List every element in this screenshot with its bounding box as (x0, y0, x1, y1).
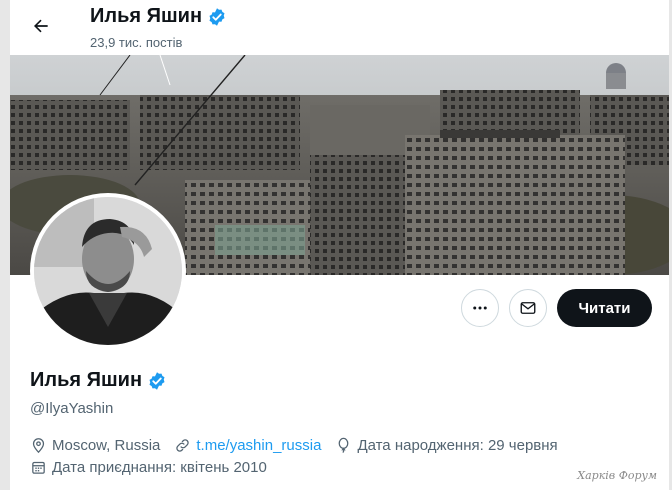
link-icon (176, 439, 190, 452)
profile-handle: @IlyaYashin (30, 400, 114, 417)
header-title: Илья Яшин (90, 5, 227, 28)
profile-name: Илья Яшин (30, 369, 167, 392)
verified-badge-icon (209, 7, 225, 26)
profile-header: Илья Яшин 23,9 тис. постів (10, 0, 669, 55)
calendar-icon (32, 461, 45, 474)
joined-text: Дата приєднання: квітень 2010 (52, 459, 267, 476)
header-name: Илья Яшин (90, 5, 203, 27)
profile-joined-row: Дата приєднання: квітень 2010 (30, 459, 281, 476)
more-dots-icon (473, 306, 487, 310)
follow-button[interactable]: Читати (557, 289, 652, 327)
envelope-icon (520, 302, 536, 314)
arrow-left-icon (34, 19, 48, 33)
avatar[interactable] (30, 193, 186, 349)
birthday-text: Дата народження: 29 червня (357, 437, 558, 454)
location-text: Moscow, Russia (52, 437, 161, 454)
birthday-item: Дата народження: 29 червня (335, 437, 558, 454)
profile-meta-row: Moscow, Russia t.me/yashin_russia Дата н… (30, 437, 572, 454)
profile-name-text: Илья Яшин (30, 369, 143, 391)
message-button[interactable] (509, 289, 547, 327)
balloon-icon (339, 437, 349, 453)
back-button[interactable] (24, 12, 58, 40)
avatar-photo (34, 197, 182, 345)
location-pin-icon (32, 438, 45, 454)
verified-badge-icon[interactable] (147, 371, 167, 391)
website-link[interactable]: t.me/yashin_russia (196, 437, 321, 454)
profile-page: Илья Яшин 23,9 тис. постів Читати Илья Я… (10, 0, 669, 490)
watermark: Харків Форум (577, 469, 657, 482)
more-button[interactable] (461, 289, 499, 327)
post-count: 23,9 тис. постів (90, 35, 183, 50)
joined-item: Дата приєднання: квітень 2010 (30, 459, 267, 476)
location-item: Moscow, Russia (30, 437, 160, 454)
website-item: t.me/yashin_russia (174, 437, 321, 454)
